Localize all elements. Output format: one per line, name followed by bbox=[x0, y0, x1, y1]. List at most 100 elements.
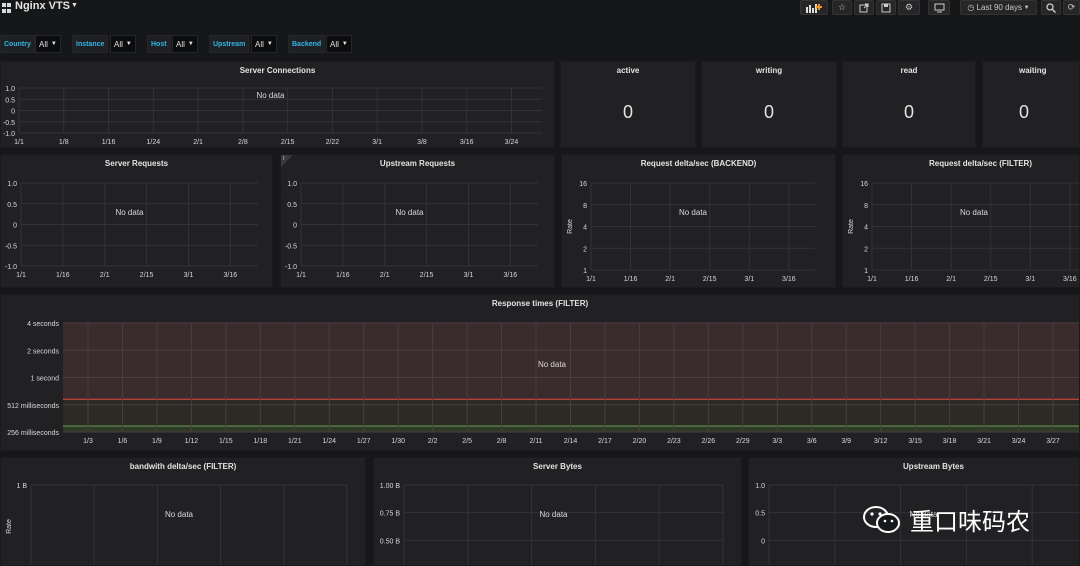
caret-down-icon: ▼ bbox=[1021, 4, 1030, 11]
panel-server-connections[interactable]: 1.0 0.5 0 -0.5 -1.0 1/1 1/8 1/16 1/24 2/1 2/8 2/15 2… bbox=[0, 61, 555, 148]
panel-title[interactable]: Server Bytes bbox=[374, 462, 741, 471]
x-tick-label: 3/8 bbox=[417, 139, 427, 146]
y-tick-label: -1.0 bbox=[5, 264, 17, 271]
panel-title[interactable]: Upstream Requests bbox=[281, 159, 554, 168]
x-tick-label: 2/23 bbox=[667, 438, 681, 445]
x-tick-label: 3/16 bbox=[782, 276, 796, 283]
x-tick-label: 1/18 bbox=[254, 438, 268, 445]
variable-select-upstream[interactable]: All ▼ bbox=[251, 35, 277, 53]
x-tick-label: 3/16 bbox=[460, 139, 474, 146]
panel-title[interactable]: read bbox=[843, 66, 975, 75]
x-tick-label: 3/1 bbox=[372, 139, 382, 146]
panel-title[interactable]: writing bbox=[702, 66, 836, 75]
graph-area[interactable]: 1.00 B0.75 B0.50 B0.25 BNo data bbox=[374, 458, 742, 566]
variable-select-country[interactable]: All ▼ bbox=[35, 35, 61, 53]
dashboards-icon[interactable] bbox=[2, 3, 12, 13]
graph-area[interactable]: 1.0 0.5 0 -0.5 -1.01/1 1/16 2/1 2/15 3/1 3/16 No d… bbox=[281, 155, 555, 288]
caret-down-icon: ▼ bbox=[266, 41, 273, 47]
variable-label-host: Host bbox=[147, 35, 171, 53]
graph-area[interactable]: 16 8 4 2 11/1 1/16 2/1 2/15 3/1 3/16 Rate No data bbox=[843, 155, 1080, 288]
x-tick-label: 3/16 bbox=[1063, 276, 1077, 283]
y-tick-label: -0.5 bbox=[285, 243, 297, 250]
panel-request-delta-filter[interactable]: 16 8 4 2 1 1/1 1/16 2/1 2/15 3/1 3/16 Rate No data Re… bbox=[842, 154, 1080, 288]
x-tick-label: 3/16 bbox=[504, 272, 518, 279]
stat-panel-active[interactable]: active 0 bbox=[560, 61, 696, 148]
share-icon[interactable] bbox=[854, 0, 874, 15]
y-tick-label: 0 bbox=[13, 223, 17, 230]
variable-value: All bbox=[176, 39, 185, 49]
stat-panel-read[interactable]: read 0 bbox=[842, 61, 976, 148]
graph-area[interactable]: 16 8 4 2 11/1 1/16 2/1 2/15 3/1 3/16 Rate No data bbox=[562, 155, 836, 288]
y-tick-label: 0 bbox=[11, 109, 15, 116]
x-tick-label: 1/16 bbox=[102, 139, 116, 146]
graph-area[interactable]: 1.0 0.5 0 -0.5 -1.01/1 1/16 2/1 2/15 3/1 3/16 No d… bbox=[1, 155, 273, 288]
x-tick-label: 3/24 bbox=[505, 139, 519, 146]
panel-title[interactable]: waiting bbox=[1019, 66, 1047, 75]
panel-title[interactable]: Request delta/sec (FILTER) bbox=[843, 159, 1079, 168]
stat-panel-waiting[interactable]: waiting 0 bbox=[982, 61, 1080, 148]
panel-title[interactable]: Server Connections bbox=[1, 66, 554, 75]
panel-request-delta-backend[interactable]: 16 8 4 2 1 1/1 1/16 2/1 2/15 3/1 3/16 Rate No data Re… bbox=[561, 154, 836, 288]
x-tick-label: 3/18 bbox=[943, 438, 957, 445]
tv-mode-icon[interactable] bbox=[928, 0, 950, 15]
panel-title[interactable]: Response times (FILTER) bbox=[1, 299, 1079, 308]
x-tick-label: 2/1 bbox=[193, 139, 203, 146]
save-icon[interactable] bbox=[876, 0, 896, 15]
panel-server-requests[interactable]: 1.0 0.5 0 -0.5 -1.0 1/1 1/16 2/1 2/15 3/1 3/16 No d… bbox=[0, 154, 273, 288]
refresh-icon[interactable]: ⟳ bbox=[1063, 0, 1080, 15]
x-tick-label: 1/6 bbox=[118, 438, 128, 445]
y-tick-label: 1.0 bbox=[5, 86, 15, 93]
x-tick-label: 1/24 bbox=[147, 139, 161, 146]
variable-select-host[interactable]: All ▼ bbox=[172, 35, 198, 53]
top-bar: Nginx VTS ▼ ☆ ⚙ ◷ Last 90 days ▼ ⟳ bbox=[0, 0, 1080, 30]
zoom-out-icon[interactable] bbox=[1041, 0, 1061, 15]
panel-upstream-requests[interactable]: i 1.0 0.5 0 -0.5 -1.0 1/1 1/16 2/1 2/15 3/1 3/16 No… bbox=[280, 154, 555, 288]
x-tick-label: 2/8 bbox=[238, 139, 248, 146]
x-tick-label: 1/1 bbox=[296, 272, 306, 279]
caret-down-icon: ▼ bbox=[50, 41, 57, 47]
x-tick-label: 2/2 bbox=[428, 438, 438, 445]
threshold-zone-critical bbox=[63, 323, 1079, 400]
variable-label-backend: Backend bbox=[288, 35, 326, 53]
time-range-picker[interactable]: ◷ Last 90 days ▼ bbox=[960, 0, 1037, 15]
x-tick-label: 1/21 bbox=[288, 438, 302, 445]
panel-title[interactable]: Server Requests bbox=[1, 159, 272, 168]
wechat-logo-icon bbox=[862, 505, 902, 535]
x-tick-label: 2/15 bbox=[420, 272, 434, 279]
y-tick-label: 0.5 bbox=[5, 97, 15, 104]
y-tick-label: 1 B bbox=[16, 483, 27, 490]
y-tick-label: 4 bbox=[583, 225, 587, 232]
y-axis-label: Rate bbox=[848, 219, 855, 234]
x-tick-label: 1/15 bbox=[219, 438, 233, 445]
variable-select-backend[interactable]: All ▼ bbox=[326, 35, 352, 53]
x-tick-label: 1/1 bbox=[16, 272, 26, 279]
panel-title[interactable]: Upstream Bytes bbox=[749, 462, 1079, 471]
caret-down-icon[interactable]: ▼ bbox=[71, 2, 78, 9]
variable-select-instance[interactable]: All ▼ bbox=[110, 35, 136, 53]
add-panel-icon[interactable] bbox=[800, 0, 828, 15]
panel-title[interactable]: bandwith delta/sec (FILTER) bbox=[1, 462, 365, 471]
y-tick-label: 0.5 bbox=[7, 202, 17, 209]
panel-server-bytes[interactable]: 1.00 B0.75 B0.50 B0.25 BNo dataServer By… bbox=[373, 457, 742, 566]
graph-area[interactable]: 1 B Rate No data bbox=[1, 458, 366, 566]
panel-bandwidth[interactable]: 1 B Rate No data bandwith delta/sec (FILTER… bbox=[0, 457, 366, 566]
graph-area[interactable]: 4 seconds 2 seconds 1 second 512 millisecon… bbox=[1, 295, 1080, 451]
x-tick-label: 2/17 bbox=[598, 438, 612, 445]
star-icon[interactable]: ☆ bbox=[832, 0, 852, 15]
variable-value: All bbox=[255, 39, 264, 49]
panel-title[interactable]: active bbox=[561, 66, 695, 75]
dashboard-title[interactable]: Nginx VTS bbox=[15, 0, 70, 12]
caret-down-icon: ▼ bbox=[125, 41, 132, 47]
caret-down-icon: ▼ bbox=[341, 41, 348, 47]
stat-panel-writing[interactable]: writing 0 bbox=[701, 61, 837, 148]
y-axis-label: Rate bbox=[567, 219, 574, 234]
y-tick-label: 8 bbox=[583, 203, 587, 210]
y-tick-label: 1.0 bbox=[755, 483, 765, 490]
panel-response-times[interactable]: 4 seconds 2 seconds 1 second 512 millisecon… bbox=[0, 294, 1080, 451]
caret-down-icon: ▼ bbox=[187, 41, 194, 47]
x-tick-label: 2/29 bbox=[736, 438, 750, 445]
gear-icon[interactable]: ⚙ bbox=[898, 0, 920, 15]
y-tick-label: 0.5 bbox=[755, 511, 765, 518]
panel-title[interactable]: Request delta/sec (BACKEND) bbox=[562, 159, 835, 168]
y-tick-label: 0.75 B bbox=[380, 511, 401, 518]
